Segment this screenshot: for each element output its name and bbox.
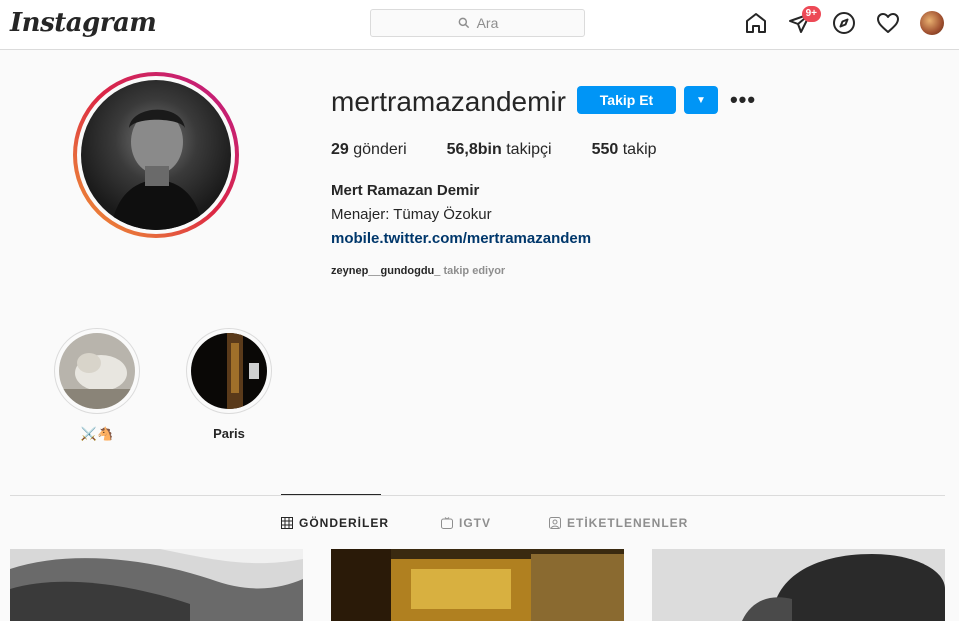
chevron-down-icon: ▼ — [696, 94, 706, 106]
profile-avatar-button[interactable] — [919, 10, 945, 36]
more-options-icon[interactable]: ••• — [730, 86, 756, 114]
profile-stats: 29 gönderi 56,8bin takipçi 550 takip — [331, 141, 697, 159]
home-icon[interactable] — [743, 10, 769, 36]
post-thumbnail[interactable] — [331, 549, 624, 621]
tagged-icon — [549, 517, 561, 529]
activity-heart-icon[interactable] — [875, 10, 901, 36]
story-highlight[interactable]: ⚔️🐴 — [54, 328, 140, 443]
post-thumbnail[interactable] — [652, 549, 945, 621]
profile-link[interactable]: mobile.twitter.com/mertramazandem — [331, 230, 591, 247]
instagram-logo[interactable]: Instagram — [10, 8, 157, 38]
active-tab-indicator — [281, 494, 381, 495]
highlight-label: ⚔️🐴 — [80, 426, 114, 441]
search-icon — [458, 17, 469, 29]
direct-messages-icon[interactable]: 9+ — [787, 6, 821, 36]
story-highlight[interactable]: Paris — [186, 328, 272, 443]
search-placeholder: Ara — [476, 15, 499, 31]
follow-button[interactable]: Takip Et — [577, 86, 676, 114]
profile-picture — [81, 80, 231, 230]
suggested-dropdown-button[interactable]: ▼ — [684, 86, 718, 114]
grid-icon — [281, 517, 293, 529]
highlight-cover — [59, 333, 135, 409]
notification-badge: 9+ — [801, 6, 821, 22]
following-stat[interactable]: 550 takip — [592, 141, 657, 159]
explore-compass-icon[interactable] — [831, 10, 857, 36]
tab-posts[interactable]: GÖNDERİLER — [281, 516, 389, 530]
top-navbar: Instagram Ara 9+ — [0, 0, 959, 50]
tab-igtv[interactable]: IGTV — [441, 516, 491, 530]
profile-bio: Menajer: Tümay Özokur — [331, 206, 492, 223]
profile-picture-ring[interactable] — [73, 72, 239, 238]
post-thumbnail[interactable] — [10, 549, 303, 621]
highlight-cover — [191, 333, 267, 409]
profile-full-name: Mert Ramazan Demir — [331, 182, 480, 199]
profile-username: mertramazandemir — [331, 86, 566, 117]
followers-stat[interactable]: 56,8bin takipçi — [447, 141, 552, 159]
search-input[interactable]: Ara — [370, 9, 585, 37]
posts-stat: 29 gönderi — [331, 141, 407, 158]
avatar — [920, 11, 944, 35]
tabs-divider — [10, 495, 945, 496]
highlight-label: Paris — [213, 426, 245, 441]
followed-by-text[interactable]: zeynep__gundogdu_ takip ediyor — [331, 265, 505, 277]
igtv-icon — [441, 517, 453, 529]
tab-tagged[interactable]: ETİKETLENENLER — [549, 516, 688, 530]
